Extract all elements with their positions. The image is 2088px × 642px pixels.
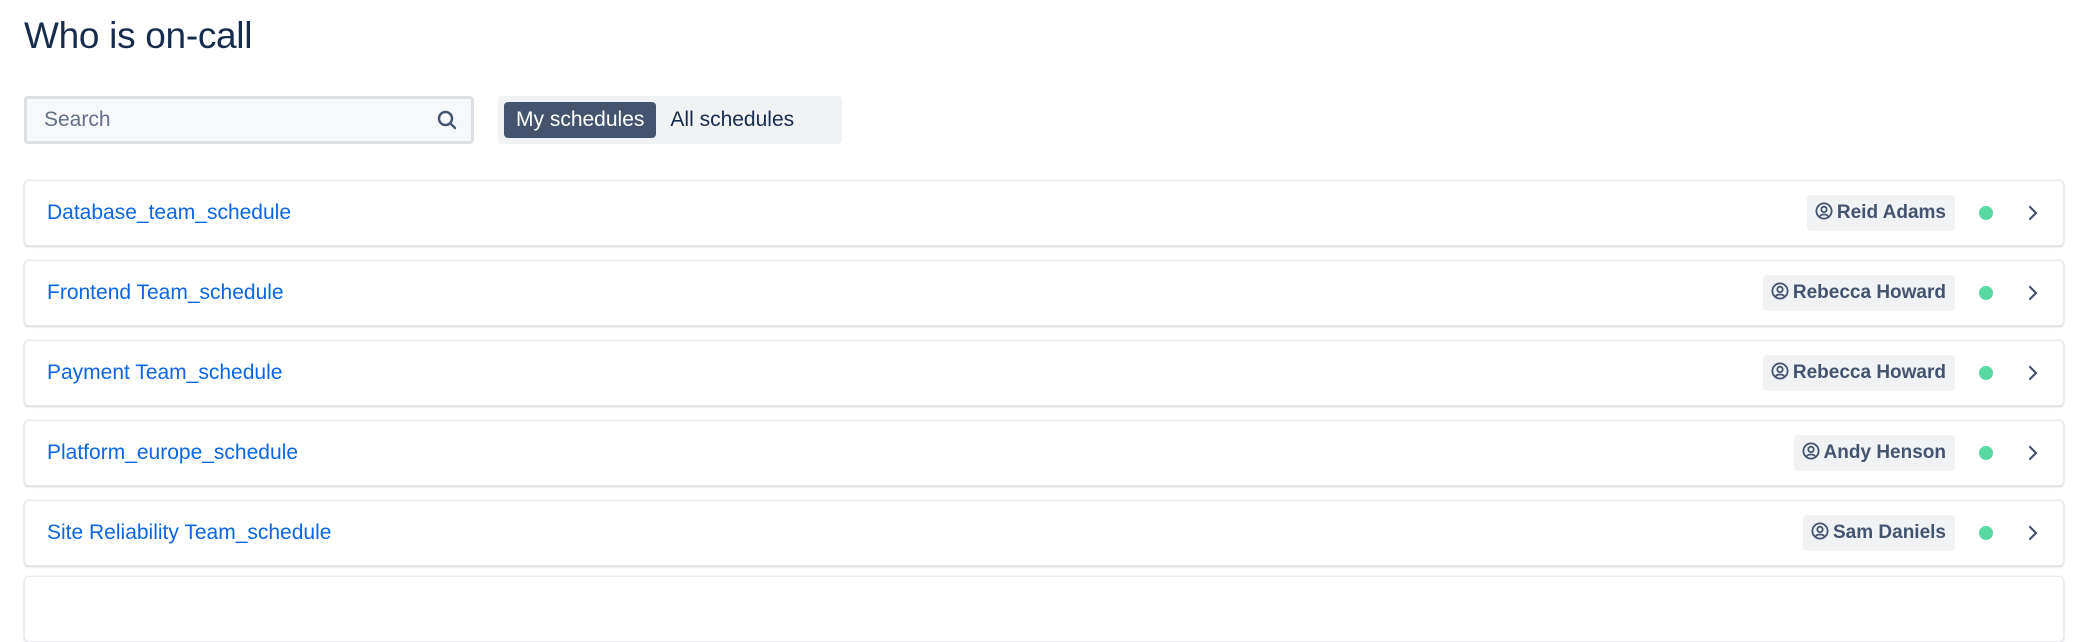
schedule-row[interactable]: Site Reliability Team_schedule Sam Danie… bbox=[24, 500, 2064, 566]
all-schedules-button[interactable]: All schedules bbox=[658, 102, 806, 138]
schedule-name-link[interactable]: Site Reliability Team_schedule bbox=[47, 521, 331, 545]
schedule-name-link[interactable]: Platform_europe_schedule bbox=[47, 441, 298, 465]
row-meta: Sam Daniels bbox=[1803, 501, 2063, 565]
chevron-right-icon[interactable] bbox=[2025, 363, 2041, 383]
schedule-row[interactable]: Database_team_schedule Reid Adams bbox=[24, 180, 2064, 246]
user-circle-icon bbox=[1811, 522, 1829, 540]
chevron-right-icon[interactable] bbox=[2025, 443, 2041, 463]
search-icon[interactable] bbox=[435, 108, 459, 132]
user-circle-icon bbox=[1771, 282, 1789, 300]
schedule-row-clipped[interactable] bbox=[24, 576, 2064, 642]
on-call-user-name: Andy Henson bbox=[1823, 442, 1946, 463]
on-call-user-badge: Sam Daniels bbox=[1803, 515, 1955, 551]
on-call-user-badge: Rebecca Howard bbox=[1762, 275, 1955, 311]
user-circle-icon bbox=[1815, 202, 1833, 220]
schedule-name-link[interactable]: Payment Team_schedule bbox=[47, 361, 282, 385]
on-call-user-badge: Reid Adams bbox=[1806, 195, 1955, 231]
row-meta: Andy Henson bbox=[1793, 421, 2063, 485]
schedule-row[interactable]: Platform_europe_schedule Andy Henson bbox=[24, 420, 2064, 486]
status-dot bbox=[1979, 526, 1993, 540]
user-circle-icon bbox=[1802, 442, 1820, 460]
schedule-filter-toggle: My schedules All schedules bbox=[498, 96, 842, 144]
row-meta: Reid Adams bbox=[1806, 181, 2063, 245]
row-meta: Rebecca Howard bbox=[1762, 341, 2063, 405]
on-call-user-badge: Rebecca Howard bbox=[1762, 355, 1955, 391]
on-call-user-badge: Andy Henson bbox=[1793, 435, 1955, 471]
schedule-row[interactable]: Payment Team_schedule Rebecca Howard bbox=[24, 340, 2064, 406]
row-meta: Rebecca Howard bbox=[1762, 261, 2063, 325]
on-call-user-name: Sam Daniels bbox=[1833, 522, 1946, 543]
schedule-list: Database_team_schedule Reid Adams Fronte… bbox=[24, 180, 2064, 580]
schedule-name-link[interactable]: Frontend Team_schedule bbox=[47, 281, 284, 305]
on-call-user-name: Rebecca Howard bbox=[1792, 282, 1946, 303]
chevron-right-icon[interactable] bbox=[2025, 203, 2041, 223]
on-call-user-name: Rebecca Howard bbox=[1792, 362, 1946, 383]
chevron-right-icon[interactable] bbox=[2025, 283, 2041, 303]
search-field[interactable] bbox=[24, 96, 474, 144]
status-dot bbox=[1979, 286, 1993, 300]
on-call-user-name: Reid Adams bbox=[1836, 202, 1946, 223]
search-input[interactable] bbox=[27, 99, 435, 141]
status-dot bbox=[1979, 206, 1993, 220]
page-title: Who is on-call bbox=[24, 15, 253, 56]
user-circle-icon bbox=[1771, 362, 1789, 380]
chevron-right-icon[interactable] bbox=[2025, 523, 2041, 543]
my-schedules-button[interactable]: My schedules bbox=[504, 102, 657, 138]
status-dot bbox=[1979, 366, 1993, 380]
status-dot bbox=[1979, 446, 1993, 460]
schedule-row[interactable]: Frontend Team_schedule Rebecca Howard bbox=[24, 260, 2064, 326]
schedule-name-link[interactable]: Database_team_schedule bbox=[47, 201, 291, 225]
